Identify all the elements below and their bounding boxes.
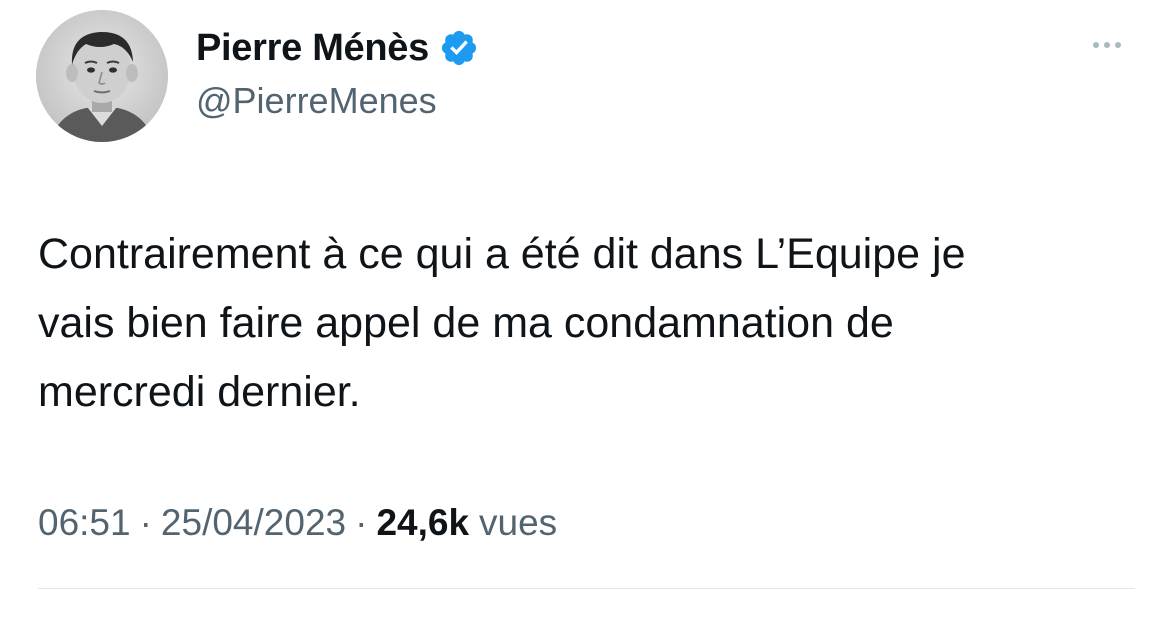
views-label: vues: [479, 502, 558, 543]
author-display-name[interactable]: Pierre Ménès: [196, 27, 429, 70]
meta-separator: ·: [355, 502, 368, 543]
views-count[interactable]: 24,6k: [376, 502, 469, 544]
more-dot: [1104, 42, 1110, 48]
more-options-icon[interactable]: [1082, 30, 1132, 60]
verified-badge-icon: [439, 28, 479, 68]
avatar-photo: [36, 10, 168, 142]
tweet-card: Pierre Ménès @PierreMenes Contrairement …: [0, 0, 1169, 620]
divider: [38, 588, 1135, 589]
author-name-row[interactable]: Pierre Ménès: [196, 22, 479, 74]
more-dot: [1115, 42, 1121, 48]
tweet-meta: 06:51 · 25/04/2023 · 24,6k vues: [38, 502, 557, 544]
tweet-text-line: mercredi dernier.: [38, 368, 361, 416]
tweet-date[interactable]: 25/04/2023: [161, 502, 346, 544]
avatar[interactable]: [36, 10, 168, 142]
meta-separator: ·: [139, 502, 152, 543]
author-handle[interactable]: @PierreMenes: [196, 80, 437, 122]
more-dot: [1093, 42, 1099, 48]
tweet-text: Contrairement à ce qui a été dit dans L’…: [38, 220, 1148, 427]
tweet-time[interactable]: 06:51: [38, 502, 131, 544]
tweet-text-line: Contrairement à ce qui a été dit dans L’…: [38, 230, 966, 278]
tweet-text-line: vais bien faire appel de ma condamnation…: [38, 299, 894, 347]
